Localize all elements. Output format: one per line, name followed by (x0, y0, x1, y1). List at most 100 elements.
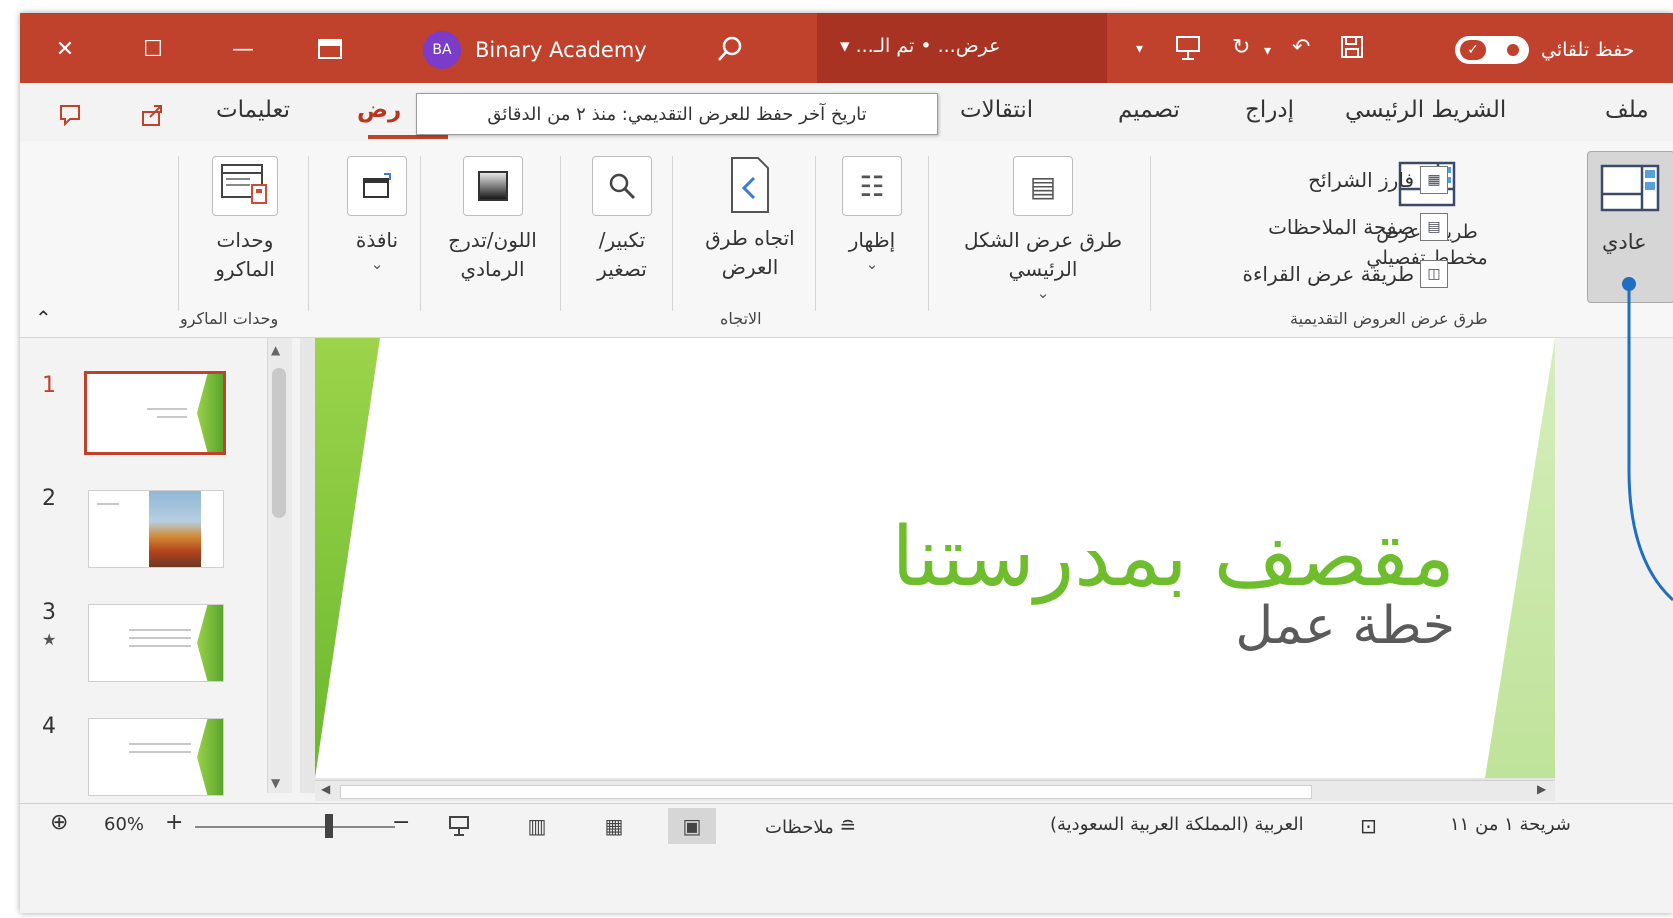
scroll-left-icon[interactable]: ◀ (321, 782, 330, 796)
zoom-button[interactable]: تكبير/ تصغير (572, 156, 672, 284)
account-area[interactable]: BA Binary Academy (423, 31, 647, 69)
scrollbar-thumb[interactable] (272, 368, 286, 518)
thumbnail-text-line (129, 751, 191, 753)
slide-sorter-button[interactable]: ▦ فارز الشرائح (1308, 166, 1448, 194)
color-grayscale-icon (462, 156, 523, 216)
slideshow-status-button[interactable] (435, 808, 483, 844)
slide-title[interactable]: مقصف بمدرستنا (891, 510, 1455, 605)
color-grayscale-label: اللون/تدرج الرمادي (448, 228, 537, 281)
zoom-in-button[interactable]: + (165, 810, 183, 835)
account-name: Binary Academy (475, 38, 647, 62)
normal-view-button[interactable]: عادي (1587, 151, 1673, 303)
undo-icon[interactable]: ↶ (1292, 35, 1310, 60)
notes-toggle[interactable]: ملاحظات ≘ (765, 814, 856, 838)
zoom-label: تكبير/ تصغير (597, 228, 647, 281)
tab-view[interactable]: رض (357, 97, 401, 123)
slide-sorter-icon: ▦ (1420, 166, 1448, 194)
autosave-toggle[interactable]: ✓ (1455, 36, 1529, 64)
slide-thumbnail-1[interactable] (84, 371, 226, 455)
window-icon (347, 156, 407, 216)
notes-label: ملاحظات (765, 817, 834, 838)
scrollbar-thumb[interactable] (340, 785, 1312, 799)
customize-quick-access-chevron-icon[interactable]: ▾ (1136, 41, 1143, 57)
color-grayscale-button[interactable]: اللون/تدرج الرمادي (430, 156, 555, 284)
tab-home[interactable]: الشريط الرئيسي (1345, 97, 1506, 123)
slide-thumbnail-2[interactable] (88, 490, 224, 568)
close-icon[interactable]: ✕ (45, 35, 85, 63)
scroll-right-icon[interactable]: ▶ (1537, 782, 1546, 796)
search-icon[interactable] (710, 33, 750, 65)
autosave-control[interactable]: ✓ حفظ تلقائي (1455, 36, 1635, 64)
language-indicator[interactable]: العربية (المملكة العربية السعودية) (1050, 814, 1304, 835)
thumbnail-number: 3 (42, 600, 56, 625)
slide-decoration-left (315, 338, 380, 778)
slide-sorter-status-button[interactable]: ▦ (590, 808, 638, 844)
thumbnails-scrollbar[interactable]: ▲ ▼ (267, 338, 292, 793)
reading-view-icon: ◫ (1420, 260, 1448, 288)
accessibility-icon[interactable]: ⊡ (1360, 814, 1377, 838)
zoom-level[interactable]: 60% (104, 814, 144, 835)
group-divider (560, 156, 561, 311)
notes-page-button[interactable]: ▤ صفحة الملاحظات (1268, 213, 1448, 241)
macros-button[interactable]: وحدات الماكرو (190, 156, 300, 284)
tab-file[interactable]: ملف (1605, 97, 1649, 123)
ribbon-display-options-icon[interactable] (310, 35, 350, 63)
save-icon[interactable] (1340, 35, 1364, 65)
slide-sorter-label: فارز الشرائح (1308, 168, 1414, 192)
notes-page-icon: ▤ (1420, 213, 1448, 241)
reading-view-label: طريقة عرض القراءة (1242, 262, 1414, 286)
master-views-label: طرق عرض الشكل الرئيسي (963, 228, 1123, 281)
slide-decoration-right (1485, 338, 1555, 778)
group-divider (420, 156, 421, 311)
checkmark-icon: ✓ (1460, 40, 1486, 60)
zoom-out-button[interactable]: − (392, 810, 410, 835)
avatar[interactable]: BA (423, 31, 461, 69)
slide-thumbnail-4[interactable] (88, 718, 224, 796)
document-title[interactable]: عرض... • تم الـ... ▾ (840, 35, 1001, 57)
scroll-up-icon[interactable]: ▲ (271, 343, 280, 357)
animation-star-icon: ★ (42, 630, 57, 649)
collapse-ribbon-chevron-icon[interactable]: ⌃ (35, 306, 52, 330)
tab-transitions[interactable]: انتقالات (960, 97, 1033, 123)
maximize-icon[interactable]: ☐ (133, 35, 173, 63)
master-views-button[interactable]: ▤ طرق عرض الشكل الرئيسي ⌄ (938, 156, 1148, 302)
zoom-icon (592, 156, 652, 216)
tab-help[interactable]: تعليمات (216, 97, 290, 123)
macros-icon (212, 156, 278, 216)
tab-design[interactable]: تصميم (1118, 97, 1180, 123)
reading-view-status-button[interactable]: ▥ (513, 808, 561, 844)
direction-button[interactable]: اتجاه طرق العرض (685, 156, 815, 282)
slide-thumbnail-3[interactable] (88, 604, 224, 682)
zoom-slider[interactable] (195, 826, 395, 828)
slide-canvas[interactable]: مقصف بمدرستنا خطة عمل (315, 338, 1555, 778)
share-icon[interactable] (140, 103, 166, 127)
thumbnail-number: 2 (42, 486, 56, 511)
minimize-icon[interactable]: — (223, 35, 263, 63)
thumbnail-text-line (129, 743, 191, 745)
group-divider (308, 156, 309, 311)
normal-view-status-button[interactable]: ▣ (668, 808, 716, 844)
direction-label: اتجاه طرق العرض (705, 226, 795, 279)
redo-icon[interactable]: ↻ (1232, 35, 1250, 60)
tab-insert[interactable]: إدراج (1245, 97, 1294, 123)
scroll-down-icon[interactable]: ▼ (271, 776, 280, 790)
comments-icon[interactable] (58, 103, 84, 127)
direction-group-label: الاتجاه (720, 309, 762, 328)
slide-count: شريحة ١ من ١١ (1450, 814, 1571, 835)
thumbnail-text-line (147, 408, 187, 410)
redo-dropdown-chevron-icon[interactable]: ▾ (1264, 43, 1271, 59)
powerpoint-window: ✕ ☐ — BA Binary Academy عرض... • تم الـ.… (20, 13, 1673, 913)
presenter-icon[interactable] (1175, 35, 1201, 67)
group-divider (1150, 156, 1151, 311)
thumbnail-text-line (129, 645, 191, 647)
group-divider (672, 156, 673, 311)
show-label: إظهار (848, 228, 896, 252)
slide-subtitle[interactable]: خطة عمل (1235, 596, 1455, 656)
zoom-slider-handle[interactable] (325, 814, 333, 838)
show-button[interactable]: ☷ إظهار ⌄ (832, 156, 912, 273)
fit-slide-icon[interactable]: ⊕ (50, 810, 68, 835)
chevron-down-icon: ⌄ (865, 255, 879, 273)
window-button[interactable]: نافذة ⌄ (342, 156, 412, 273)
reading-view-button[interactable]: ◫ طريقة عرض القراءة (1243, 260, 1448, 288)
editor-horizontal-scrollbar[interactable]: ◀ ▶ (315, 780, 1555, 801)
